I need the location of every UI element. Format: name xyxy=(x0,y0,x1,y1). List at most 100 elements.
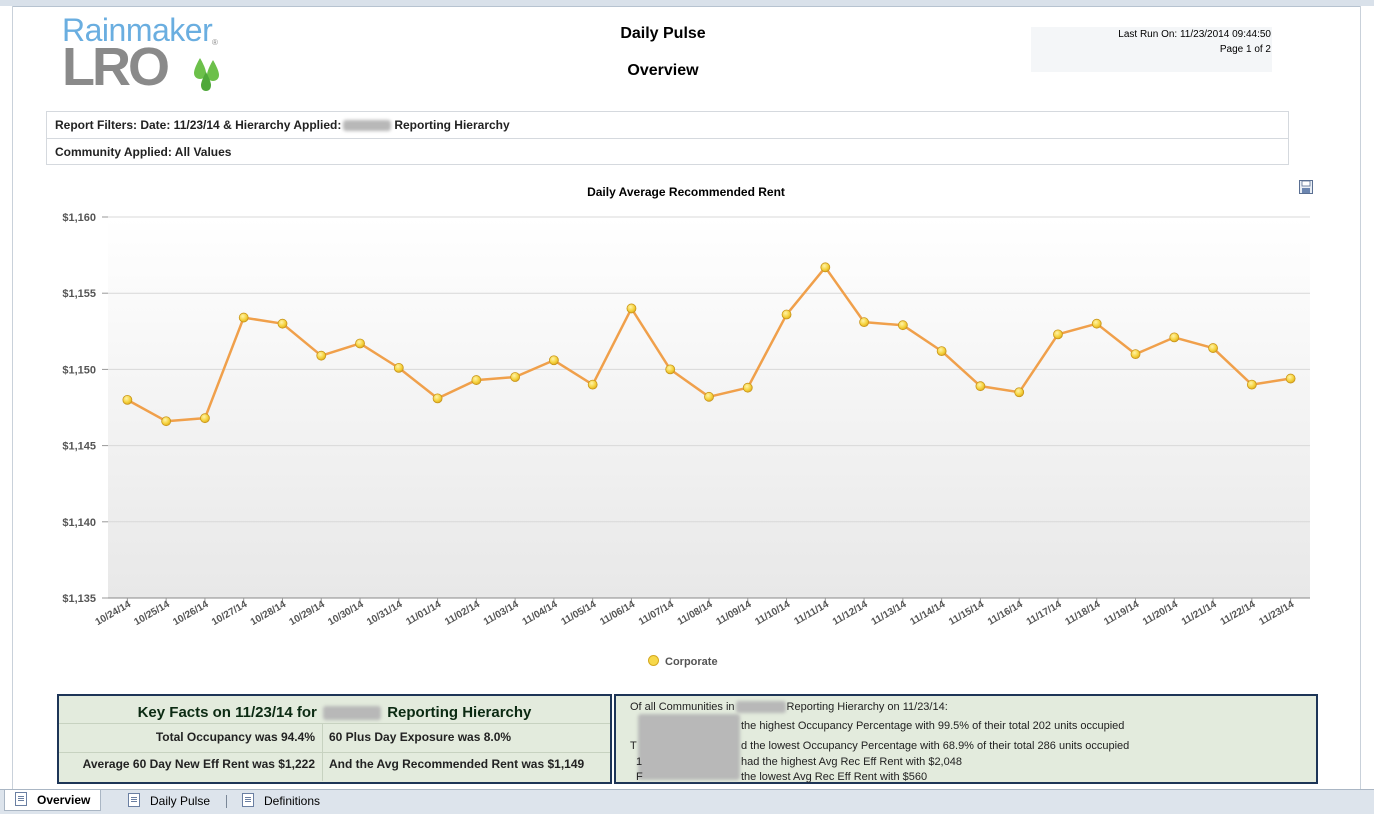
report-viewer: Rainmaker LRO ® Daily Pulse Overview Las… xyxy=(0,0,1374,814)
key-facts-column-divider xyxy=(322,723,323,781)
save-icon[interactable] xyxy=(1299,180,1313,194)
data-point xyxy=(1246,379,1257,390)
data-point xyxy=(549,355,559,366)
x-tick-label: 11/03/14 xyxy=(482,599,521,628)
data-point xyxy=(626,303,637,314)
x-tick-label: 10/26/14 xyxy=(171,599,211,628)
key-facts-title: Key Facts on 11/23/14 for Reporting Hier… xyxy=(59,704,610,721)
chart-title: Daily Average Recommended Rent xyxy=(587,185,785,199)
data-point xyxy=(355,338,365,349)
filters-date-prefix: Report Filters: Date: 11/23/14 & Hierarc… xyxy=(55,118,342,132)
x-tick-label: 11/08/14 xyxy=(676,599,715,628)
x-tick-label: 11/14/14 xyxy=(908,599,947,628)
y-tick-label: $1,140 xyxy=(62,517,96,529)
report-subtitle: Overview xyxy=(627,62,699,79)
communities-intro: Of all Communities in Reporting Hierarchy… xyxy=(630,701,948,714)
data-point xyxy=(122,394,133,405)
x-tick-label: 11/09/14 xyxy=(715,599,754,628)
report-title: Daily Pulse xyxy=(620,25,706,42)
x-tick-label: 11/11/14 xyxy=(793,599,832,628)
run-info-box: Last Run On: 11/23/2014 09:44:50 Page 1 … xyxy=(1031,27,1272,72)
key-facts-divider xyxy=(59,752,610,753)
data-point xyxy=(587,379,598,390)
key-facts-title-prefix: Key Facts on 11/23/14 for xyxy=(137,704,317,721)
redacted-hierarchy-name xyxy=(343,120,392,132)
data-point xyxy=(781,309,792,320)
key-facts-title-suffix: Reporting Hierarchy xyxy=(387,704,532,721)
tab-overview[interactable]: Overview xyxy=(4,790,102,811)
tab-overview-label: Overview xyxy=(37,793,91,807)
key-facts-panel: Key Facts on 11/23/14 for Reporting Hier… xyxy=(57,694,612,784)
key-facts-divider xyxy=(59,723,610,724)
x-tick-label: 11/06/14 xyxy=(598,599,637,628)
fact-exposure: 60 Plus Day Exposure was 8.0% xyxy=(329,730,512,744)
communities-intro-suffix: Reporting Hierarchy on 11/23/14: xyxy=(786,701,948,713)
x-tick-label: 11/23/14 xyxy=(1257,599,1296,628)
document-icon xyxy=(128,793,140,807)
community-lead-letter: F xyxy=(636,771,643,783)
tab-definitions[interactable]: Definitions xyxy=(242,793,320,811)
x-tick-label: 11/16/14 xyxy=(986,599,1025,628)
data-point xyxy=(897,320,908,331)
communities-intro-prefix: Of all Communities in xyxy=(630,701,735,713)
logo-text-bottom: LRO xyxy=(62,37,170,97)
data-point xyxy=(820,262,831,273)
community-lead-letter: T xyxy=(630,740,637,752)
logo-registered-mark: ® xyxy=(212,38,218,47)
data-point xyxy=(432,393,443,404)
chart-legend: Corporate xyxy=(648,655,718,671)
x-tick-label: 10/28/14 xyxy=(249,599,289,628)
filters-date-label: Report Filters: Date: 11/23/14 & Hierarc… xyxy=(55,118,510,132)
report-tab-bar: Overview Daily Pulse Definitions xyxy=(0,789,1374,814)
tab-daily-pulse[interactable]: Daily Pulse xyxy=(128,793,210,811)
x-tick-label: 11/02/14 xyxy=(443,599,482,628)
x-tick-label: 10/29/14 xyxy=(288,599,328,628)
community-lead-letter: 1 xyxy=(636,756,643,768)
data-point xyxy=(510,372,521,382)
x-tick-label: 11/07/14 xyxy=(637,599,676,628)
data-point xyxy=(1053,329,1063,340)
page-number-text: Page 1 of 2 xyxy=(1219,44,1271,55)
x-tick-label: 11/22/14 xyxy=(1219,599,1258,628)
x-tick-label: 11/13/14 xyxy=(870,599,909,628)
data-point xyxy=(1208,343,1218,353)
x-tick-label: 11/10/14 xyxy=(753,599,792,628)
x-tick-label: 10/31/14 xyxy=(365,599,405,628)
rainmaker-lro-logo: Rainmaker LRO ® xyxy=(62,12,232,96)
x-tick-label: 11/21/14 xyxy=(1180,599,1219,628)
x-tick-label: 11/19/14 xyxy=(1102,599,1141,628)
report-filters-box: Report Filters: Date: 11/23/14 & Hierarc… xyxy=(46,111,1289,165)
x-tick-label: 11/12/14 xyxy=(831,599,870,628)
data-point xyxy=(1169,332,1180,343)
x-tick-label: 11/17/14 xyxy=(1025,599,1064,628)
x-tick-label: 11/18/14 xyxy=(1064,599,1103,628)
data-point xyxy=(665,364,676,375)
filters-date-suffix: Reporting Hierarchy xyxy=(394,118,510,132)
data-point xyxy=(316,350,327,361)
y-tick-label: $1,160 xyxy=(62,212,96,224)
document-icon xyxy=(15,792,27,806)
x-tick-label: 10/27/14 xyxy=(210,599,250,628)
data-point xyxy=(238,312,249,323)
x-tick-label: 11/04/14 xyxy=(521,599,560,628)
data-point xyxy=(471,375,482,385)
water-drops-icon xyxy=(194,58,219,91)
redacted-hierarchy-name xyxy=(323,706,382,721)
data-point xyxy=(393,362,404,373)
tab-definitions-label: Definitions xyxy=(264,794,321,808)
filters-row-date: Report Filters: Date: 11/23/14 & Hierarc… xyxy=(47,112,1288,137)
tab-separator xyxy=(226,795,227,808)
community-lowest-rent: the lowest Avg Rec Eff Rent with $560 xyxy=(741,771,928,783)
community-lowest-occupancy: d the lowest Occupancy Percentage with 6… xyxy=(741,740,1130,752)
redacted-hierarchy-name xyxy=(735,701,786,714)
x-tick-label: 11/01/14 xyxy=(404,599,443,628)
fact-avg-rec-rent: And the Avg Recommended Rent was $1,149 xyxy=(329,757,585,771)
tab-daily-pulse-label: Daily Pulse xyxy=(150,794,211,808)
legend-label-corporate: Corporate xyxy=(665,656,718,668)
data-point xyxy=(1285,373,1296,384)
line-chart: $1,135 $1,140 $1,145 $1,150 $1,155 $1,160 10/2… xyxy=(62,212,1310,628)
fact-total-occupancy: Total Occupancy was 94.4% xyxy=(155,730,315,744)
x-tick-label: 11/20/14 xyxy=(1141,599,1180,628)
x-tick-label: 10/30/14 xyxy=(326,599,366,628)
x-tick-label: 10/25/14 xyxy=(132,599,172,628)
